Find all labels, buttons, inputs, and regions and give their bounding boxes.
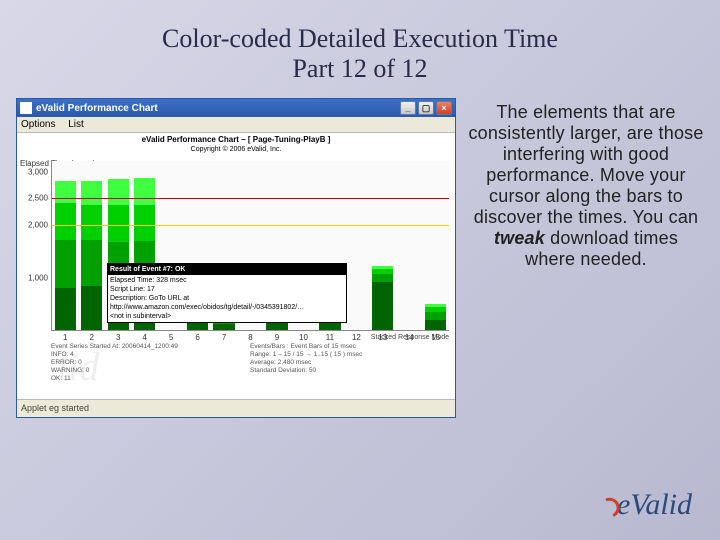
menu-options[interactable]: Options: [21, 119, 55, 130]
bar[interactable]: 1: [52, 161, 78, 330]
x-tick: 10: [299, 333, 308, 342]
hover-tooltip: Result of Event #7: OK Elapsed Time: 328…: [107, 263, 347, 323]
tooltip-line: Description: GoTo URL at http://www.amaz…: [110, 294, 344, 312]
legend-mode: Stacked Response Mode: [371, 334, 449, 341]
chart-title: eValid Performance Chart – [ Page-Tuning…: [17, 135, 455, 145]
close-button[interactable]: ×: [436, 101, 452, 115]
bar-segment: [81, 205, 102, 240]
x-tick: 5: [169, 333, 173, 342]
evalid-logo: eValid: [601, 488, 692, 522]
x-tick: 1: [63, 333, 67, 342]
window-titlebar[interactable]: eValid Performance Chart _ ▢ ×: [17, 99, 455, 117]
bar[interactable]: 2: [78, 161, 104, 330]
side-text: The elements that are consistently large…: [468, 98, 704, 418]
x-tick: 6: [195, 333, 199, 342]
chart-body: eValid Performance Chart – [ Page-Tuning…: [17, 133, 455, 399]
bar-segment: [134, 178, 155, 205]
y-tick: 3,000: [22, 167, 48, 176]
y-tick: 1,000: [22, 273, 48, 282]
bar[interactable]: 14: [396, 161, 422, 330]
tooltip-line: Script Line: 17: [110, 285, 344, 294]
tooltip-title: Result of Event #7: OK: [108, 264, 346, 275]
bar-segment: [425, 320, 446, 330]
bar-segment: [81, 286, 102, 330]
footer-left: Event Series Started At: 20060414_1200:4…: [51, 343, 250, 391]
maximize-button[interactable]: ▢: [418, 101, 434, 115]
side-tweak: tweak: [494, 228, 545, 248]
bar-segment: [372, 274, 393, 282]
tooltip-line: <not in subinterval>: [110, 312, 344, 321]
bar-segment: [108, 179, 129, 206]
bar-segment: [81, 181, 102, 205]
slide-title: Color-coded Detailed Execution Time Part…: [0, 0, 720, 92]
bar-segment: [372, 282, 393, 330]
menu-list[interactable]: List: [68, 119, 84, 130]
threshold-line: [52, 225, 449, 226]
content-row: eValid Performance Chart _ ▢ × Options L…: [0, 92, 720, 418]
x-tick: 7: [222, 333, 226, 342]
perf-chart-window: eValid Performance Chart _ ▢ × Options L…: [16, 98, 456, 418]
bar-segment: [213, 324, 234, 330]
statusbar: Applet eg started: [17, 399, 455, 415]
x-tick: 2: [89, 333, 93, 342]
x-tick: 8: [248, 333, 252, 342]
window-title: eValid Performance Chart: [36, 103, 158, 114]
side-p1: The elements that are consistently large…: [468, 102, 703, 227]
footer-right: Events/Bars : Event Bars of 15 msec Rang…: [250, 343, 449, 391]
logo-text: eValid: [617, 488, 692, 521]
menubar: Options List: [17, 117, 455, 133]
chart-copyright: Copyright © 2006 eValid, Inc.: [17, 145, 455, 155]
x-tick: 4: [142, 333, 146, 342]
x-tick: 9: [275, 333, 279, 342]
bar[interactable]: 12: [343, 161, 369, 330]
chart-header: eValid Performance Chart – [ Page-Tuning…: [17, 133, 455, 155]
x-tick: 12: [352, 333, 361, 342]
bar-segment: [108, 205, 129, 242]
chart-footer: Event Series Started At: 20060414_1200:4…: [51, 343, 449, 391]
bar[interactable]: 13: [370, 161, 396, 330]
bar-segment: [55, 288, 76, 331]
y-tick: 2,500: [22, 194, 48, 203]
bar-segment: [425, 312, 446, 320]
x-tick: 11: [326, 333, 334, 342]
app-icon: [20, 102, 32, 114]
minimize-button[interactable]: _: [400, 101, 416, 115]
bar-segment: [55, 240, 76, 288]
bar-segment: [134, 205, 155, 241]
y-tick: 2,000: [22, 220, 48, 229]
bar[interactable]: 15: [423, 161, 449, 330]
threshold-line: [52, 198, 449, 199]
tooltip-line: Elapsed Time: 328 msec: [110, 276, 344, 285]
bar-segment: [55, 203, 76, 240]
x-tick: 3: [116, 333, 120, 342]
bar-segment: [81, 240, 102, 287]
side-p2: download times where needed.: [525, 228, 678, 269]
bar-segment: [55, 181, 76, 202]
